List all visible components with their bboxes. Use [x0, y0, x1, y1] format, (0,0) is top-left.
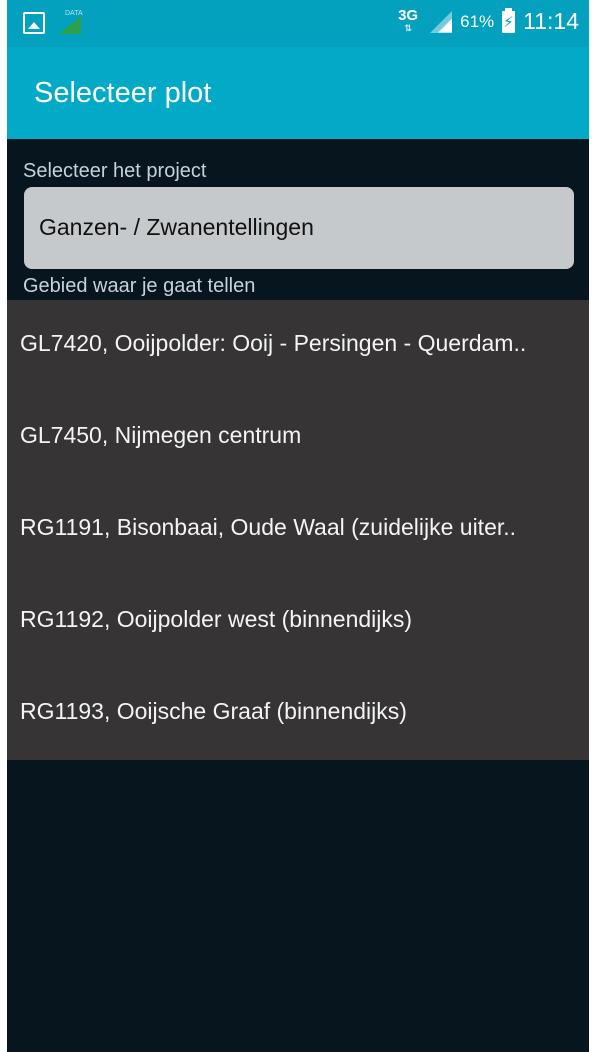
network-type: 3G ⇅ — [398, 8, 418, 35]
gallery-icon — [23, 12, 45, 34]
list-item[interactable]: RG1193, Ooijsche Graaf (binnendijks) — [7, 668, 589, 760]
signal-icon — [426, 10, 453, 33]
list-item-label: GL7420, Ooijpolder: Ooij - Persingen - Q… — [20, 330, 527, 356]
list-item-label: RG1193, Ooijsche Graaf (binnendijks) — [20, 698, 407, 724]
list-item[interactable]: GL7450, Nijmegen centrum — [7, 392, 589, 484]
data-arrows-icon: ⇅ — [404, 22, 412, 33]
battery-charging-icon: ⚡ — [502, 7, 516, 33]
project-spinner[interactable]: Ganzen- / Zwanentellingen — [24, 187, 574, 269]
list-item-label: RG1191, Bisonbaai, Oude Waal (zuidelijke… — [20, 514, 517, 540]
data-transfer-icon: DATA — [59, 10, 83, 34]
project-label: Selecteer het project — [23, 160, 207, 182]
data-icon-text: DATA — [65, 10, 83, 17]
area-label: Gebied waar je gaat tellen — [23, 275, 256, 297]
app-screen: DATA 3G ⇅ 61% ⚡ 11:14 Selecteer plot Sel… — [7, 0, 589, 1052]
list-item[interactable]: RG1191, Bisonbaai, Oude Waal (zuidelijke… — [7, 484, 589, 576]
clock: 11:14 — [523, 8, 579, 34]
project-selected-value: Ganzen- / Zwanentellingen — [39, 214, 314, 240]
list-item[interactable]: GL7420, Ooijpolder: Ooij - Persingen - Q… — [7, 300, 589, 392]
page-title: Selecteer plot — [34, 77, 212, 109]
area-list: GL7420, Ooijpolder: Ooij - Persingen - Q… — [7, 300, 589, 760]
list-item-label: GL7450, Nijmegen centrum — [20, 422, 302, 448]
status-bar: DATA 3G ⇅ 61% ⚡ 11:14 — [7, 0, 589, 47]
list-item[interactable]: RG1192, Ooijpolder west (binnendijks) — [7, 576, 589, 668]
list-item-label: RG1192, Ooijpolder west (binnendijks) — [20, 606, 413, 632]
status-bar-system: 3G ⇅ 61% ⚡ 11:14 — [398, 7, 579, 35]
status-bar-notifications: DATA — [23, 10, 83, 34]
action-bar: Selecteer plot — [7, 47, 589, 139]
battery-percent: 61% — [460, 11, 495, 31]
